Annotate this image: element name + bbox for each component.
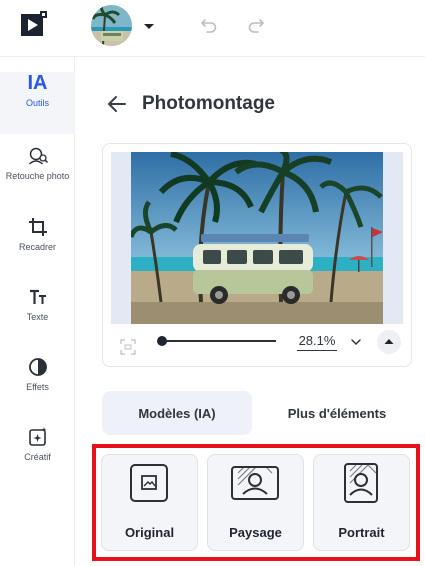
- image-preview-card: [102, 143, 412, 367]
- creative-icon: [28, 427, 46, 446]
- chevron-up-icon: [384, 339, 394, 344]
- sidebar-item-label: Recadrer: [18, 242, 56, 252]
- tab-modeles-ia[interactable]: Modèles (IA): [102, 391, 252, 435]
- sidebar-item-retouche-photo[interactable]: Retouche photo: [0, 145, 75, 207]
- option-portrait[interactable]: Portrait: [313, 454, 410, 551]
- chevron-down-icon[interactable]: [142, 19, 156, 33]
- option-original[interactable]: Original: [101, 454, 198, 551]
- tools-sidebar: IA Outils Retouche photo Recadrer Texte …: [0, 57, 75, 566]
- crop-icon: [28, 218, 47, 236]
- fit-to-screen-icon[interactable]: [119, 338, 137, 356]
- sidebar-item-label: Outils: [25, 98, 49, 108]
- sidebar-item-label: Créatif: [24, 452, 51, 462]
- zoom-level-value[interactable]: 28.1%: [297, 333, 337, 351]
- option-paysage[interactable]: Paysage: [207, 454, 304, 551]
- sidebar-item-texte[interactable]: Texte: [0, 286, 75, 348]
- option-label: Paysage: [229, 525, 282, 540]
- portrait-icon: [344, 463, 378, 503]
- panel-header: Photomontage: [106, 89, 275, 119]
- photo-preview: [131, 152, 383, 324]
- sidebar-item-creatif[interactable]: Créatif: [0, 426, 75, 488]
- zoom-slider-handle[interactable]: [157, 336, 167, 346]
- sidebar-item-label: Retouche photo: [5, 171, 70, 181]
- app-logo-icon[interactable]: [21, 11, 47, 37]
- option-label: Portrait: [338, 525, 385, 540]
- text-icon: [29, 289, 46, 304]
- sidebar-item-effets[interactable]: Effets: [0, 356, 75, 418]
- content-tabs: Modèles (IA) Plus d'éléments: [102, 391, 412, 435]
- page-title: Photomontage: [142, 93, 275, 114]
- back-arrow-icon[interactable]: [106, 93, 128, 115]
- option-label: Original: [124, 525, 175, 540]
- sidebar-item-label: Effets: [26, 382, 49, 392]
- zoom-slider-track[interactable]: [161, 340, 276, 342]
- chevron-down-icon[interactable]: [350, 336, 362, 348]
- sidebar-item-recadrer[interactable]: Recadrer: [0, 216, 75, 278]
- sidebar-item-outils[interactable]: IA Outils: [0, 72, 75, 134]
- preview-canvas: [111, 152, 403, 324]
- undo-icon[interactable]: [199, 15, 219, 35]
- redo-icon[interactable]: [246, 15, 266, 35]
- ia-icon: IA: [27, 72, 48, 94]
- landscape-portrait-icon: [231, 466, 279, 500]
- effects-icon: [28, 358, 47, 376]
- collapse-preview-button[interactable]: [377, 330, 401, 354]
- sidebar-item-label: Texte: [26, 312, 49, 322]
- retouch-icon: [28, 147, 48, 165]
- tab-plus-d-elements[interactable]: Plus d'éléments: [262, 391, 412, 435]
- image-icon: [130, 464, 168, 502]
- top-bar: [0, 0, 425, 57]
- user-avatar[interactable]: [91, 5, 132, 46]
